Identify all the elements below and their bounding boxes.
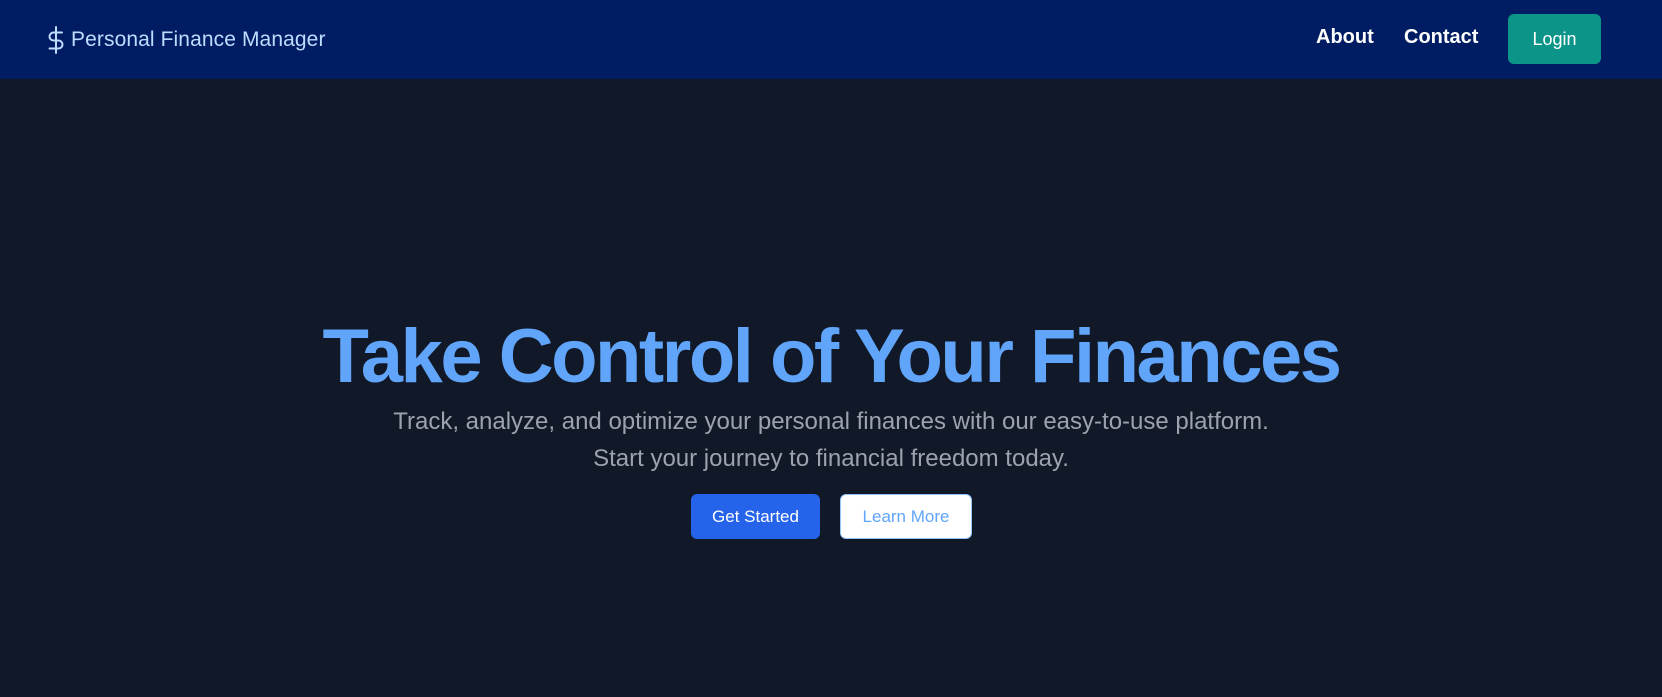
login-button[interactable]: Login (1508, 14, 1601, 64)
get-started-button[interactable]: Get Started (691, 494, 820, 539)
brand-name: Personal Finance Manager (71, 28, 326, 51)
top-navbar: Personal Finance Manager About Contact L… (0, 0, 1662, 79)
learn-more-button[interactable]: Learn More (840, 494, 972, 539)
hero-title: Take Control of Your Finances (322, 314, 1343, 399)
nav-link-about[interactable]: About (1316, 26, 1374, 49)
hero-subtitle: Track, analyze, and optimize your person… (393, 408, 1269, 472)
nav-link-contact[interactable]: Contact (1404, 26, 1478, 49)
dollar-sign-icon (45, 25, 67, 55)
brand-logo[interactable]: Personal Finance Manager (45, 24, 326, 56)
